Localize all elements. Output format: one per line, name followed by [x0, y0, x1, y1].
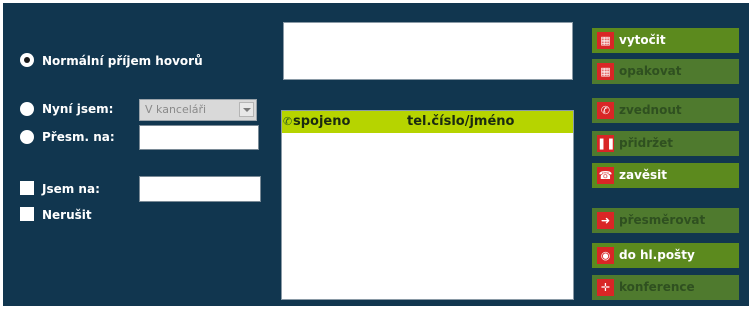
- call-list-header: ✆ spojeno tel.číslo/jméno: [282, 111, 573, 133]
- conference-icon: ✛: [597, 279, 614, 296]
- now-status-label: Nyní jsem:: [42, 102, 114, 116]
- dnd-checkbox[interactable]: [20, 207, 34, 221]
- forward-label: Přesm. na:: [42, 130, 115, 144]
- now-status-radio[interactable]: [20, 102, 34, 116]
- keypad-icon: ▦: [597, 32, 614, 49]
- call-list[interactable]: ✆ spojeno tel.číslo/jméno: [281, 110, 574, 300]
- dial-button[interactable]: ▦ vytočit: [592, 28, 739, 53]
- keypad-icon: ▦: [597, 63, 614, 80]
- iam-label: Jsem na:: [42, 182, 100, 196]
- hangup-label: zavěsit: [619, 168, 668, 182]
- normal-receive-label: Normální příjem hovorů: [42, 54, 203, 68]
- voicemail-button[interactable]: ◉ do hl.pošty: [592, 243, 739, 268]
- redial-label: opakovat: [619, 64, 682, 78]
- conference-label: konference: [619, 280, 695, 294]
- phone-handset-icon: ✆: [597, 102, 614, 119]
- answer-label: zvednout: [619, 103, 682, 117]
- voicemail-label: do hl.pošty: [619, 248, 695, 262]
- dnd-label: Nerušit: [42, 208, 92, 222]
- dial-label: vytočit: [619, 33, 666, 47]
- answer-button[interactable]: ✆ zvednout: [592, 98, 739, 123]
- chevron-down-icon[interactable]: [239, 102, 254, 117]
- forward-radio[interactable]: [20, 130, 34, 144]
- forward-button-label: přesměrovat: [619, 213, 706, 227]
- conference-button[interactable]: ✛ konference: [592, 275, 739, 300]
- hold-button[interactable]: ❚❚ přidržet: [592, 131, 739, 156]
- redial-button[interactable]: ▦ opakovat: [592, 59, 739, 84]
- forward-input[interactable]: [139, 125, 259, 150]
- col-number: tel.číslo/jméno: [407, 114, 515, 129]
- iam-input[interactable]: [139, 176, 261, 202]
- col-connected: spojeno: [293, 114, 351, 129]
- phone-handset-icon: ✆: [283, 115, 293, 128]
- hold-label: přidržet: [619, 136, 673, 150]
- arrow-right-icon: ➜: [597, 212, 614, 229]
- status-select[interactable]: V kanceláři: [139, 99, 257, 121]
- forward-button[interactable]: ➜ přesměrovat: [592, 208, 739, 233]
- hangup-button[interactable]: ☎ zavěsit: [592, 163, 739, 188]
- display-box: [283, 22, 573, 80]
- iam-checkbox[interactable]: [20, 181, 34, 195]
- status-select-value: V kanceláři: [145, 103, 207, 116]
- hangup-icon: ☎: [597, 167, 614, 184]
- normal-receive-radio[interactable]: [20, 53, 34, 67]
- voicemail-icon: ◉: [597, 247, 614, 264]
- pause-icon: ❚❚: [597, 135, 616, 152]
